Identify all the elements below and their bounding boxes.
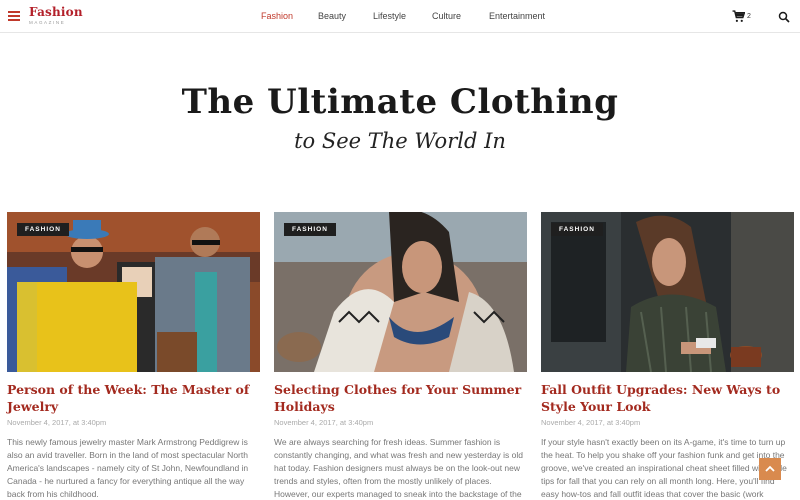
main-nav: Fashion Beauty Lifestyle Culture Enterta… — [0, 0, 800, 33]
article-date: November 4, 2017, at 3:40pm — [541, 418, 641, 427]
cart-icon[interactable] — [732, 10, 745, 23]
article-excerpt: If your style hasn't exactly been on its… — [541, 437, 787, 499]
hero-title: The Ultimate Clothing — [181, 82, 619, 122]
article-date: November 4, 2017, at 3:40pm — [274, 418, 374, 427]
logo-title: Fashion — [29, 5, 83, 19]
cart-count: 2 — [747, 13, 751, 20]
search-icon[interactable] — [778, 10, 790, 28]
nav-item-beauty[interactable]: Beauty — [318, 11, 346, 21]
nav-item-entertainment[interactable]: Entertainment — [489, 11, 545, 21]
article-image[interactable]: FASHION — [541, 212, 794, 372]
nav-item-lifestyle[interactable]: Lifestyle — [373, 11, 406, 21]
article-title[interactable]: Fall Outfit Upgrades: New Ways to Style … — [541, 381, 794, 415]
site-logo[interactable]: Fashion MAGAZINE — [29, 6, 83, 26]
article-card: FASHION Fall Outfit Upgrades: New Ways t… — [541, 212, 794, 500]
site-header: Fashion MAGAZINE Fashion Beauty Lifestyl… — [0, 0, 800, 33]
category-tag[interactable]: FASHION — [284, 223, 336, 236]
article-excerpt: We are always searching for fresh ideas.… — [274, 437, 524, 499]
article-date: November 4, 2017, at 3:40pm — [7, 418, 107, 427]
article-title[interactable]: Person of the Week: The Master of Jewelr… — [7, 381, 260, 415]
logo-subtitle: MAGAZINE — [29, 20, 66, 25]
nav-item-culture[interactable]: Culture — [432, 11, 461, 21]
article-excerpt: This newly famous jewelry master Mark Ar… — [7, 437, 249, 499]
article-card: FASHION Person of the Week: The Master o… — [7, 212, 260, 500]
menu-icon[interactable] — [8, 11, 20, 21]
nav-item-fashion[interactable]: Fashion — [261, 11, 293, 21]
article-image[interactable]: FASHION — [7, 212, 260, 372]
article-title[interactable]: Selecting Clothes for Your Summer Holida… — [274, 381, 527, 415]
back-to-top-button[interactable] — [759, 458, 781, 480]
article-card: FASHION Selecting Clothes for Your Summe… — [274, 212, 527, 500]
category-tag[interactable]: FASHION — [551, 223, 603, 236]
chevron-up-icon — [765, 465, 775, 472]
article-image[interactable]: FASHION — [274, 212, 527, 372]
category-tag[interactable]: FASHION — [17, 223, 69, 236]
hero-subtitle: to See The World In — [294, 129, 506, 153]
